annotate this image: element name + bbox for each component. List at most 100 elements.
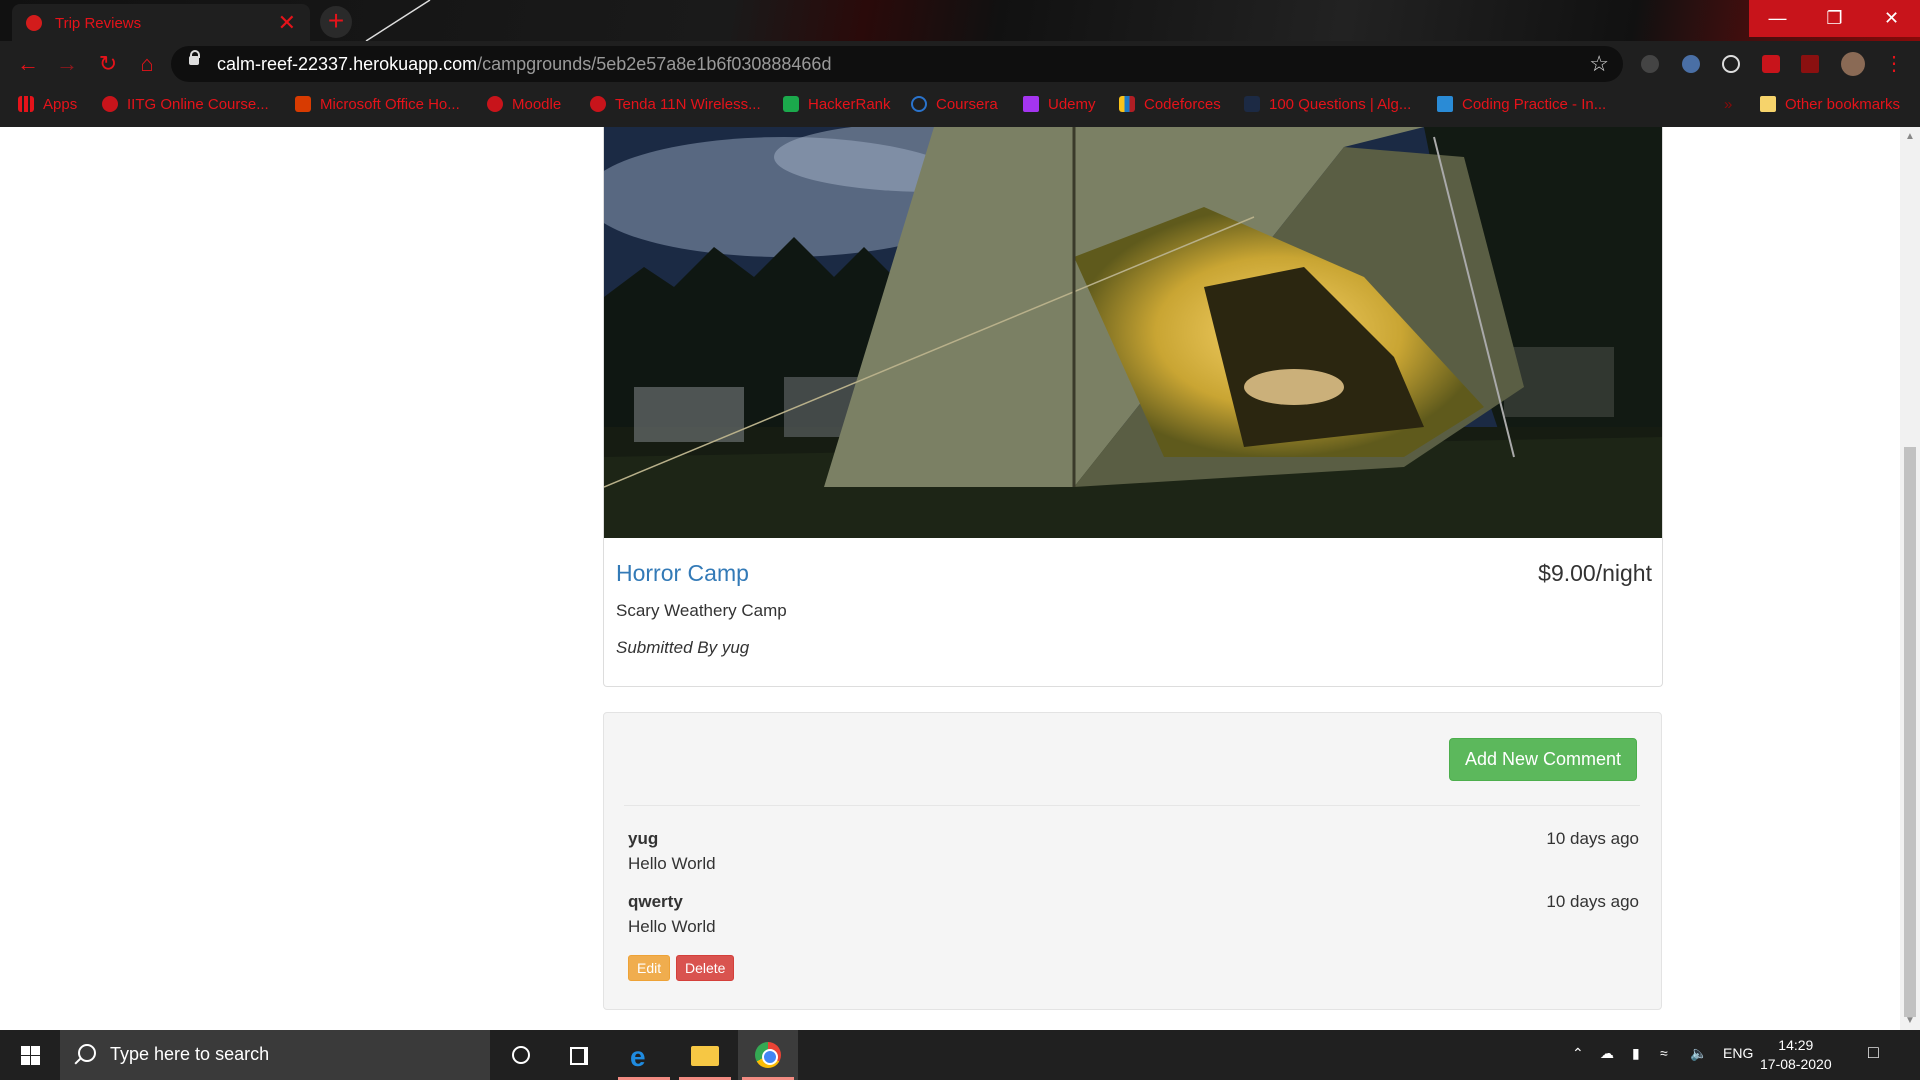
address-url: calm-reef-22337.herokuapp.com/campground… xyxy=(217,54,831,75)
battery-icon[interactable]: ▮ xyxy=(1632,1045,1640,1062)
bookmark-label: Microsoft Office Ho... xyxy=(320,96,460,113)
bookmark-other[interactable]: Other bookmarks xyxy=(1760,96,1900,113)
cast-extension-icon[interactable] xyxy=(1801,55,1819,73)
edge-browser-icon[interactable]: e xyxy=(614,1030,674,1080)
office-icon xyxy=(295,96,311,112)
system-clock[interactable]: 14:29 17-08-2020 xyxy=(1760,1036,1832,1074)
comment-time: 10 days ago xyxy=(1546,829,1639,848)
codeforces-icon xyxy=(1119,96,1135,112)
bookmark-coursera[interactable]: Coursera xyxy=(911,96,998,113)
chrome-browser-icon[interactable] xyxy=(738,1030,798,1080)
cursor-extension-icon[interactable] xyxy=(1682,55,1700,73)
moodle-icon xyxy=(487,96,503,112)
bookmark-label: Moodle xyxy=(512,96,562,113)
bookmark-label: IITG Online Course... xyxy=(127,96,269,113)
browser-tab-strip: Trip Reviews ✕ + — ❐ ✕ xyxy=(0,0,1920,41)
campground-description: Scary Weathery Camp xyxy=(616,601,787,620)
bookmark-udemy[interactable]: Udemy xyxy=(1023,96,1096,113)
folder-icon xyxy=(1760,96,1776,112)
clock-time: 14:29 xyxy=(1778,1037,1814,1053)
bookmark-iitg[interactable]: IITG Online Course... xyxy=(102,96,269,113)
campground-image xyxy=(604,127,1662,538)
reload-icon[interactable]: ↻ xyxy=(94,50,122,78)
react-devtools-icon[interactable] xyxy=(1722,55,1740,73)
bookmark-label: Apps xyxy=(43,96,78,113)
browser-toolbar: ← → ↻ ⌂ calm-reef-22337.herokuapp.com/ca… xyxy=(0,41,1920,87)
file-explorer-icon[interactable] xyxy=(675,1030,735,1080)
forward-arrow-icon[interactable]: → xyxy=(53,50,81,78)
comment-text: Hello World xyxy=(628,854,716,873)
task-view-icon[interactable] xyxy=(550,1030,610,1080)
lock-icon xyxy=(189,50,200,65)
apps-grid-icon xyxy=(18,96,34,112)
pen-extension-icon[interactable] xyxy=(1641,55,1659,73)
menu-kebab-icon[interactable]: ⋮ xyxy=(1880,50,1908,78)
bookmark-label: HackerRank xyxy=(808,96,891,113)
coursera-icon xyxy=(911,96,927,112)
input-language[interactable]: ENG xyxy=(1723,1045,1753,1061)
browser-tab[interactable]: Trip Reviews ✕ xyxy=(12,4,310,41)
campground-name-link[interactable]: Horror Camp xyxy=(616,560,749,587)
bookmark-label: Coursera xyxy=(936,96,998,113)
comments-divider xyxy=(624,805,1640,806)
add-new-comment-button[interactable]: Add New Comment xyxy=(1448,738,1637,781)
url-path: /campgrounds/5eb2e57a8e1b6f030888466d xyxy=(477,54,832,74)
background-streak-icon xyxy=(365,0,431,41)
bookmark-label: Coding Practice - In... xyxy=(1462,96,1607,113)
windows-taskbar: Type here to search e ⌃ ☁ ▮ ≈ 🔈 ENG 14:2… xyxy=(0,1030,1920,1080)
volume-icon[interactable]: 🔈 xyxy=(1690,1045,1707,1062)
taskbar-search-box[interactable]: Type here to search xyxy=(60,1030,490,1080)
clock-date: 17-08-2020 xyxy=(1760,1056,1832,1072)
submitted-by: Submitted By yug xyxy=(616,638,750,657)
new-tab-button[interactable]: + xyxy=(320,6,352,38)
notification-center-icon[interactable]: □ xyxy=(1868,1042,1879,1063)
bookmark-100-questions[interactable]: 100 Questions | Alg... xyxy=(1244,96,1411,113)
window-close-button[interactable]: ✕ xyxy=(1863,0,1920,37)
udemy-icon xyxy=(1023,96,1039,112)
window-minimize-button[interactable]: — xyxy=(1749,0,1806,37)
edit-comment-button[interactable]: Edit xyxy=(628,955,671,981)
tab-close-icon[interactable]: ✕ xyxy=(278,10,296,36)
show-hidden-icons-icon[interactable]: ⌃ xyxy=(1572,1045,1584,1062)
home-icon[interactable]: ⌂ xyxy=(133,50,161,78)
bookmark-label: 100 Questions | Alg... xyxy=(1269,96,1412,113)
comment-time: 10 days ago xyxy=(1546,892,1639,911)
bookmark-apps[interactable]: Apps xyxy=(18,96,77,113)
bookmark-interviewbit[interactable]: Coding Practice - In... xyxy=(1437,96,1606,113)
questions-icon xyxy=(1244,96,1260,112)
bookmark-label: Tenda 11N Wireless... xyxy=(615,96,761,113)
interviewbit-icon xyxy=(1437,96,1453,112)
bookmarks-overflow-icon[interactable]: » xyxy=(1724,96,1732,113)
delete-comment-button[interactable]: Delete xyxy=(676,955,735,981)
scroll-up-arrow-icon[interactable]: ▲ xyxy=(1905,131,1915,142)
page-scrollbar[interactable]: ▲ ▼ xyxy=(1900,127,1920,1030)
bookmark-codeforces[interactable]: Codeforces xyxy=(1119,96,1221,113)
address-bar[interactable]: calm-reef-22337.herokuapp.com/campground… xyxy=(171,46,1623,82)
bookmark-moodle[interactable]: Moodle xyxy=(487,96,561,113)
bookmark-hackerrank[interactable]: HackerRank xyxy=(783,96,891,113)
wifi-icon[interactable]: ≈ xyxy=(1660,1045,1668,1061)
scrollbar-thumb[interactable] xyxy=(1904,447,1916,1017)
onedrive-cloud-icon[interactable]: ☁ xyxy=(1600,1045,1614,1062)
scroll-down-arrow-icon[interactable]: ▼ xyxy=(1905,1015,1915,1026)
back-arrow-icon[interactable]: ← xyxy=(14,50,42,78)
start-windows-icon[interactable] xyxy=(0,1030,60,1080)
cortana-icon[interactable] xyxy=(490,1030,550,1080)
bookmarks-bar: Apps IITG Online Course... Microsoft Off… xyxy=(0,87,1920,127)
campground-price: $9.00/night xyxy=(1538,560,1652,586)
url-host: calm-reef-22337.herokuapp.com xyxy=(217,54,478,74)
window-maximize-button[interactable]: ❐ xyxy=(1806,0,1863,37)
bookmark-label: Codeforces xyxy=(1144,96,1221,113)
tenda-icon xyxy=(590,96,606,112)
iitg-icon xyxy=(102,96,118,112)
comment-author: yug xyxy=(628,829,659,848)
bookmark-office[interactable]: Microsoft Office Ho... xyxy=(295,96,460,113)
bookmark-star-icon[interactable]: ☆ xyxy=(1589,51,1609,77)
bookmark-tenda[interactable]: Tenda 11N Wireless... xyxy=(590,96,761,113)
profile-avatar[interactable] xyxy=(1841,52,1865,76)
campground-card: Horror Camp $9.00/night Scary Weathery C… xyxy=(603,127,1663,687)
comment-text: Hello World xyxy=(628,917,716,936)
search-placeholder: Type here to search xyxy=(110,1044,270,1064)
comments-well: Add New Comment yug 10 days ago Hello Wo… xyxy=(603,712,1662,1010)
puzzle-extension-icon[interactable] xyxy=(1762,55,1780,73)
